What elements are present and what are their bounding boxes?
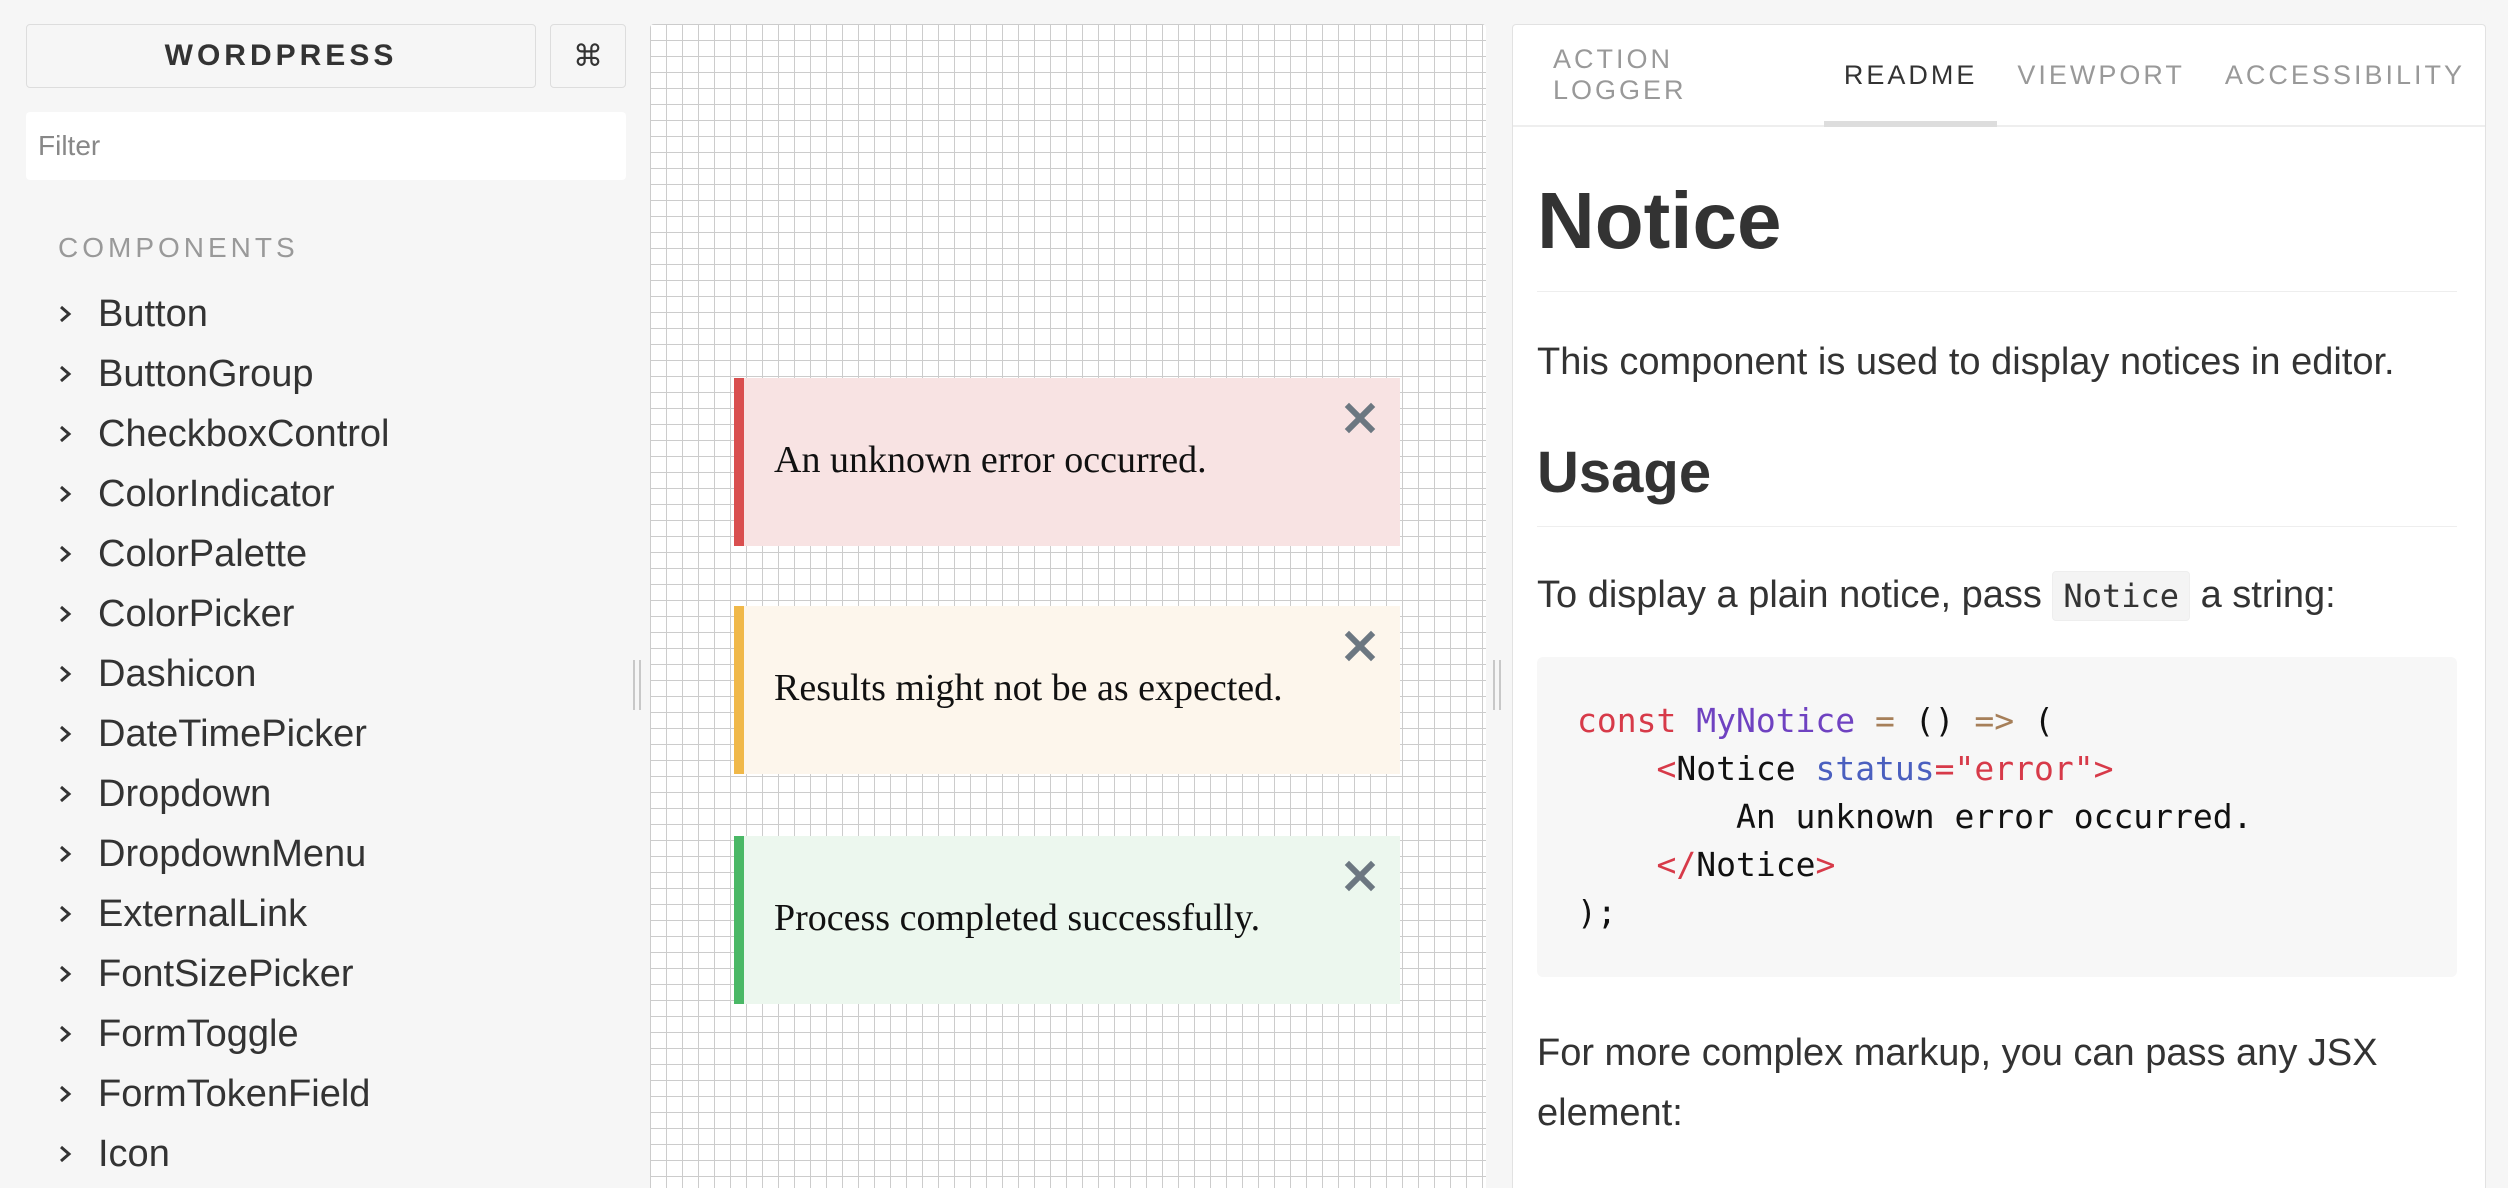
- code-tag-lt: <: [1656, 749, 1677, 788]
- sidebar: WORDPRESS ⌘ COMPONENTS Button ButtonGrou…: [0, 0, 640, 1188]
- sidebar-item-dashicon[interactable]: Dashicon: [56, 644, 389, 704]
- usage-paragraph: To display a plain notice, pass Notice a…: [1537, 565, 2457, 625]
- sidebar-item-label: DropdownMenu: [98, 832, 367, 875]
- sidebar-item-formtoggle[interactable]: FormToggle: [56, 1004, 389, 1064]
- preview-canvas: An unknown error occurred. Results might…: [650, 24, 1486, 1188]
- sidebar-item-formtokenfield[interactable]: FormTokenField: [56, 1064, 389, 1124]
- readme-content: Notice This component is used to display…: [1537, 127, 2457, 1143]
- usage-text-after: a string:: [2190, 574, 2336, 616]
- chevron-right-icon: [56, 479, 76, 509]
- sidebar-item-label: FormTokenField: [98, 1072, 371, 1115]
- sidebar-item-buttongroup[interactable]: ButtonGroup: [56, 344, 389, 404]
- code-inner-text: An unknown error occurred.: [1735, 797, 2253, 836]
- chevron-right-icon: [56, 719, 76, 749]
- sidebar-item-label: Icon: [98, 1132, 170, 1175]
- tab-action-logger[interactable]: ACTION LOGGER: [1533, 25, 1824, 125]
- sidebar-item-label: ButtonGroup: [98, 352, 314, 395]
- sidebar-item-label: Button: [98, 292, 208, 335]
- sidebar-item-label: DateTimePicker: [98, 712, 367, 755]
- inline-code: Notice: [2052, 571, 2191, 621]
- sidebar-item-colorindicator[interactable]: ColorIndicator: [56, 464, 389, 524]
- component-list: Button ButtonGroup CheckboxControl Color…: [56, 284, 389, 1184]
- sidebar-item-dropdownmenu[interactable]: DropdownMenu: [56, 824, 389, 884]
- code-open-paren: (: [2034, 701, 2054, 740]
- sidebar-item-label: FontSizePicker: [98, 952, 354, 995]
- section-title-components: COMPONENTS: [58, 232, 299, 263]
- notice-warning: Results might not be as expected.: [734, 606, 1400, 774]
- filter-input[interactable]: [26, 112, 626, 180]
- chevron-right-icon: [56, 599, 76, 629]
- chevron-right-icon: [56, 899, 76, 929]
- code-keyword: const: [1577, 701, 1677, 740]
- notice-message: Process completed successfully.: [774, 897, 1261, 939]
- sidebar-item-fontsizepicker[interactable]: FontSizePicker: [56, 944, 389, 1004]
- sidebar-item-colorpicker[interactable]: ColorPicker: [56, 584, 389, 644]
- sidebar-item-label: ExternalLink: [98, 892, 308, 935]
- code-tag-name: Notice: [1676, 749, 1796, 788]
- tab-readme[interactable]: README: [1823, 25, 1998, 127]
- keyboard-shortcuts-button[interactable]: ⌘: [550, 24, 626, 88]
- sidebar-item-checkboxcontrol[interactable]: CheckboxControl: [56, 404, 389, 464]
- chevron-right-icon: [56, 299, 76, 329]
- addons-tab-bar: ACTION LOGGER README VIEWPORT ACCESSIBIL…: [1513, 25, 2485, 127]
- chevron-right-icon: [56, 1079, 76, 1109]
- chevron-right-icon: [56, 779, 76, 809]
- usage-text-before: To display a plain notice, pass: [1537, 574, 2053, 616]
- chevron-right-icon: [56, 959, 76, 989]
- readme-title: Notice: [1537, 127, 2457, 292]
- sidebar-item-colorpalette[interactable]: ColorPalette: [56, 524, 389, 584]
- chevron-right-icon: [56, 1019, 76, 1049]
- sidebar-item-button[interactable]: Button: [56, 284, 389, 344]
- readme-intro: This component is used to display notice…: [1537, 341, 2395, 383]
- notice-message: Results might not be as expected.: [774, 667, 1283, 709]
- code-close-tag-gt: >: [1815, 845, 1836, 884]
- sidebar-item-label: Dashicon: [98, 652, 257, 695]
- code-block: const MyNotice = () => ( <Notice status=…: [1537, 657, 2457, 977]
- readme-more-text: For more complex markup, you can pass an…: [1537, 1032, 2378, 1134]
- code-function-name: MyNotice: [1696, 701, 1856, 740]
- sidebar-item-icon[interactable]: Icon: [56, 1124, 389, 1184]
- notice-message: An unknown error occurred.: [774, 439, 1207, 481]
- close-icon[interactable]: [1344, 628, 1376, 662]
- tab-accessibility[interactable]: ACCESSIBILITY: [2205, 25, 2485, 125]
- sidebar-item-label: ColorPicker: [98, 592, 295, 635]
- close-icon[interactable]: [1344, 400, 1376, 434]
- sidebar-item-externallink[interactable]: ExternalLink: [56, 884, 389, 944]
- code-attr-value: ="error">: [1934, 749, 2114, 788]
- chevron-right-icon: [56, 419, 76, 449]
- code-parens: (): [1914, 701, 1955, 740]
- command-icon: ⌘: [573, 39, 603, 73]
- tab-viewport[interactable]: VIEWPORT: [1997, 25, 2205, 125]
- usage-heading: Usage: [1537, 444, 2457, 527]
- sidebar-item-label: CheckboxControl: [98, 412, 390, 455]
- chevron-right-icon: [56, 1139, 76, 1169]
- chevron-right-icon: [56, 839, 76, 869]
- chevron-right-icon: [56, 659, 76, 689]
- chevron-right-icon: [56, 359, 76, 389]
- sidebar-item-label: FormToggle: [98, 1012, 299, 1055]
- close-icon[interactable]: [1344, 858, 1376, 892]
- notice-error: An unknown error occurred.: [734, 378, 1400, 546]
- sidebar-item-dropdown[interactable]: Dropdown: [56, 764, 389, 824]
- code-close-tag-lt: </: [1656, 845, 1697, 884]
- notice-success: Process completed successfully.: [734, 836, 1400, 1004]
- sidebar-item-label: Dropdown: [98, 772, 272, 815]
- addons-panel: ACTION LOGGER README VIEWPORT ACCESSIBIL…: [1512, 24, 2486, 1188]
- brand-link[interactable]: WORDPRESS: [26, 24, 536, 88]
- code-close-tag-name: Notice: [1696, 845, 1816, 884]
- sidebar-resize-handle[interactable]: [632, 660, 642, 710]
- code-arrow: =>: [1974, 701, 2015, 740]
- panel-resize-handle[interactable]: [1492, 660, 1502, 710]
- sidebar-item-label: ColorIndicator: [98, 472, 335, 515]
- code-closing: );: [1577, 893, 1617, 932]
- sidebar-item-datetimepicker[interactable]: DateTimePicker: [56, 704, 389, 764]
- code-attr-name: status: [1815, 749, 1935, 788]
- chevron-right-icon: [56, 539, 76, 569]
- sidebar-item-label: ColorPalette: [98, 532, 308, 575]
- code-operator: =: [1875, 701, 1895, 740]
